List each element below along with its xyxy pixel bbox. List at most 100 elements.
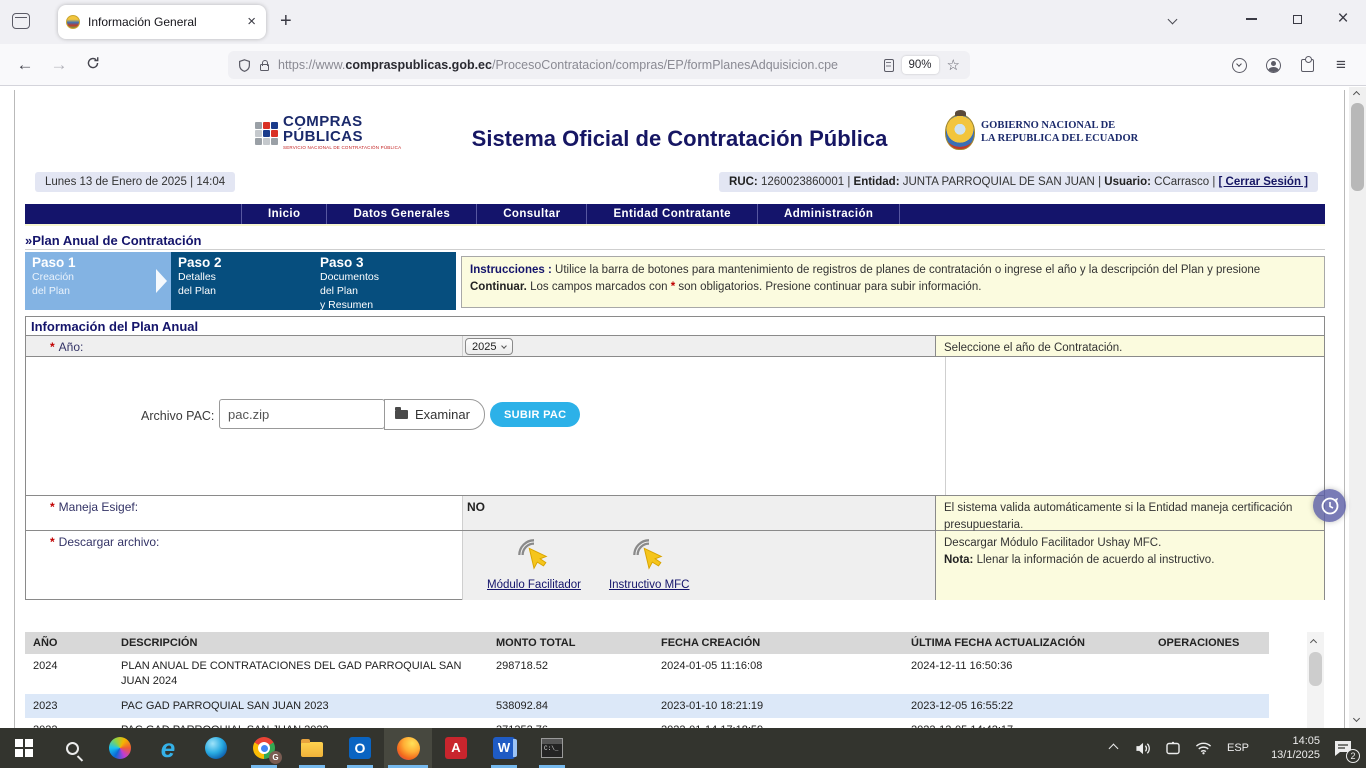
wizard-step-2[interactable]: Paso 2 Detalles del Plan — [171, 252, 313, 310]
year-note: Seleccione el año de Contratación. — [935, 336, 1324, 356]
pac-row: Archivo PAC: Examinar SUBIR PAC — [26, 357, 1324, 496]
firefox-icon[interactable] — [384, 728, 432, 768]
plan-form: Información del Plan Anual *Año: 2025 Se… — [25, 316, 1325, 600]
outlook-icon[interactable]: O — [336, 728, 384, 768]
terminal-icon[interactable] — [528, 728, 576, 768]
language-indicator[interactable]: ESP — [1218, 742, 1258, 754]
word-icon[interactable]: W — [480, 728, 528, 768]
browser-tab[interactable]: Información General × — [58, 5, 266, 39]
nav-item-administracion[interactable]: Administración — [758, 204, 900, 224]
gov-line2: LA REPUBLICA DEL ECUADOR — [981, 132, 1138, 145]
zoom-level-badge[interactable]: 90% — [902, 56, 939, 74]
file-explorer-icon[interactable] — [288, 728, 336, 768]
logout-link[interactable]: [ Cerrar Sesión ] — [1219, 176, 1308, 188]
bookmark-star-icon[interactable]: ☆ — [947, 56, 960, 74]
internet-explorer-icon[interactable]: e — [144, 728, 192, 768]
volume-icon[interactable] — [1128, 741, 1158, 756]
forward-button[interactable]: → — [42, 55, 76, 75]
edge-icon[interactable] — [192, 728, 240, 768]
tab-title: Información General — [88, 15, 237, 29]
instructions-box: Instrucciones : Utilice la barra de boto… — [461, 256, 1325, 308]
restore-button[interactable] — [1274, 0, 1320, 38]
session-badge: RUC: 1260023860001 | Entidad: JUNTA PARR… — [719, 172, 1318, 192]
device-icon[interactable] — [1158, 741, 1188, 756]
reload-icon — [86, 56, 100, 70]
table-row[interactable]: 2024 PLAN ANUAL DE CONTRATACIONES DEL GA… — [25, 654, 1269, 694]
year-label: Año: — [59, 340, 84, 354]
modulo-facilitador-link[interactable]: Módulo Facilitador — [487, 537, 581, 591]
reload-button[interactable] — [76, 55, 110, 75]
year-select[interactable]: 2025 — [465, 338, 513, 355]
new-tab-button[interactable]: + — [280, 10, 292, 33]
click-cursor-icon — [517, 537, 551, 573]
chrome-icon[interactable]: G — [240, 728, 288, 768]
minimize-button[interactable] — [1228, 0, 1274, 38]
site-favicon-icon — [66, 15, 80, 29]
nav-item-entidad-contratante[interactable]: Entidad Contratante — [587, 204, 758, 224]
lock-icon[interactable] — [259, 58, 270, 72]
acrobat-icon[interactable]: A — [432, 728, 480, 768]
url-bar[interactable]: https://www.compraspublicas.gob.ec/Proce… — [228, 51, 970, 79]
upload-pac-button[interactable]: SUBIR PAC — [490, 402, 580, 427]
menu-icon[interactable]: ≡ — [1324, 55, 1358, 75]
main-nav: Inicio Datos Generales Consultar Entidad… — [25, 204, 1325, 224]
start-button[interactable] — [0, 728, 48, 768]
page-scrollbar[interactable] — [1349, 87, 1366, 728]
list-tabs-chevron-icon[interactable] — [1168, 15, 1178, 25]
url-text: https://www.compraspublicas.gob.ec/Proce… — [278, 58, 876, 72]
wifi-icon[interactable] — [1188, 741, 1218, 755]
clock[interactable]: 14:05 13/1/2025 — [1258, 734, 1320, 763]
copilot-icon[interactable] — [96, 728, 144, 768]
nav-item-consultar[interactable]: Consultar — [477, 204, 587, 224]
datetime-badge: Lunes 13 de Enero de 2025 | 14:04 — [35, 172, 235, 192]
table-scrollbar[interactable] — [1307, 632, 1324, 728]
pac-label: Archivo PAC: — [141, 409, 214, 423]
esigef-row: *Maneja Esigef: NO El sistema valida aut… — [26, 496, 1324, 531]
extensions-icon[interactable] — [1290, 59, 1324, 72]
scroll-up-icon[interactable] — [1353, 91, 1360, 98]
shield-icon[interactable] — [238, 58, 251, 73]
scroll-down-icon[interactable] — [1353, 715, 1360, 722]
page-container: COMPRAS PÚBLICAS SERVICIO NACIONAL DE CO… — [14, 90, 1345, 728]
wizard-step-3[interactable]: Paso 3 Documentos del Plan y Resumen — [313, 252, 456, 310]
close-button[interactable]: × — [1320, 0, 1366, 38]
back-button[interactable]: ← — [8, 55, 42, 75]
tab-close-icon[interactable]: × — [245, 15, 258, 29]
government-logo: GOBIERNO NACIONAL DE LA REPUBLICA DEL EC… — [945, 114, 1138, 150]
notifications-icon[interactable]: 2 — [1320, 739, 1366, 757]
system-tray: ESP 14:05 13/1/2025 2 — [1098, 728, 1366, 768]
browser-toolbar: ← → https://www.compraspublicas.gob.ec/P… — [0, 44, 1366, 86]
download-row: *Descargar archivo: Módulo Facilitador — [26, 531, 1324, 600]
account-icon[interactable] — [1256, 58, 1290, 73]
nav-item-inicio[interactable]: Inicio — [241, 204, 327, 224]
tray-chevron-icon[interactable] — [1098, 745, 1128, 752]
instructivo-mfc-link[interactable]: Instructivo MFC — [609, 537, 690, 591]
table-row[interactable]: 2023 PAC GAD PARROQUIAL SAN JUAN 2023 53… — [25, 694, 1269, 718]
table-row[interactable]: 2022 PAC GAD PARROQUIAL SAN JUAN 2022 37… — [25, 718, 1269, 728]
ecuador-crest-icon — [945, 114, 975, 150]
scroll-up-icon[interactable] — [1310, 639, 1317, 646]
download-label: Descargar archivo: — [59, 535, 160, 549]
plans-table: AÑO DESCRIPCIÓN MONTO TOTAL FECHA CREACI… — [25, 632, 1269, 728]
notification-badge: 2 — [1346, 749, 1360, 763]
taskbar: e G O A W ESP 14:05 13/1/2025 — [0, 728, 1366, 768]
web-page: COMPRAS PÚBLICAS SERVICIO NACIONAL DE CO… — [0, 87, 1366, 728]
search-icon[interactable] — [48, 728, 96, 768]
browse-button[interactable]: Examinar — [384, 399, 485, 430]
page-title: Sistema Oficial de Contratación Pública — [15, 126, 1344, 152]
esigef-label: Maneja Esigef: — [59, 500, 138, 514]
reader-mode-icon[interactable] — [884, 59, 894, 72]
screen: Información General × + × ← → https://ww… — [0, 0, 1366, 768]
click-cursor-icon — [632, 537, 666, 573]
wizard-step-1[interactable]: Paso 1 Creación del Plan — [25, 252, 171, 310]
pac-file-input[interactable] — [219, 399, 385, 429]
table-header-row: AÑO DESCRIPCIÓN MONTO TOTAL FECHA CREACI… — [25, 632, 1269, 654]
pocket-icon[interactable] — [1222, 58, 1256, 73]
esigef-note: El sistema valida automáticamente si la … — [935, 496, 1324, 530]
folder-icon — [395, 410, 408, 419]
download-note: Descargar Módulo Facilitador Ushay MFC. … — [935, 531, 1324, 600]
firefox-view-icon[interactable] — [12, 13, 30, 29]
esigef-value: NO — [463, 496, 935, 514]
nav-item-datos-generales[interactable]: Datos Generales — [327, 204, 477, 224]
session-timer-widget[interactable] — [1313, 489, 1346, 522]
